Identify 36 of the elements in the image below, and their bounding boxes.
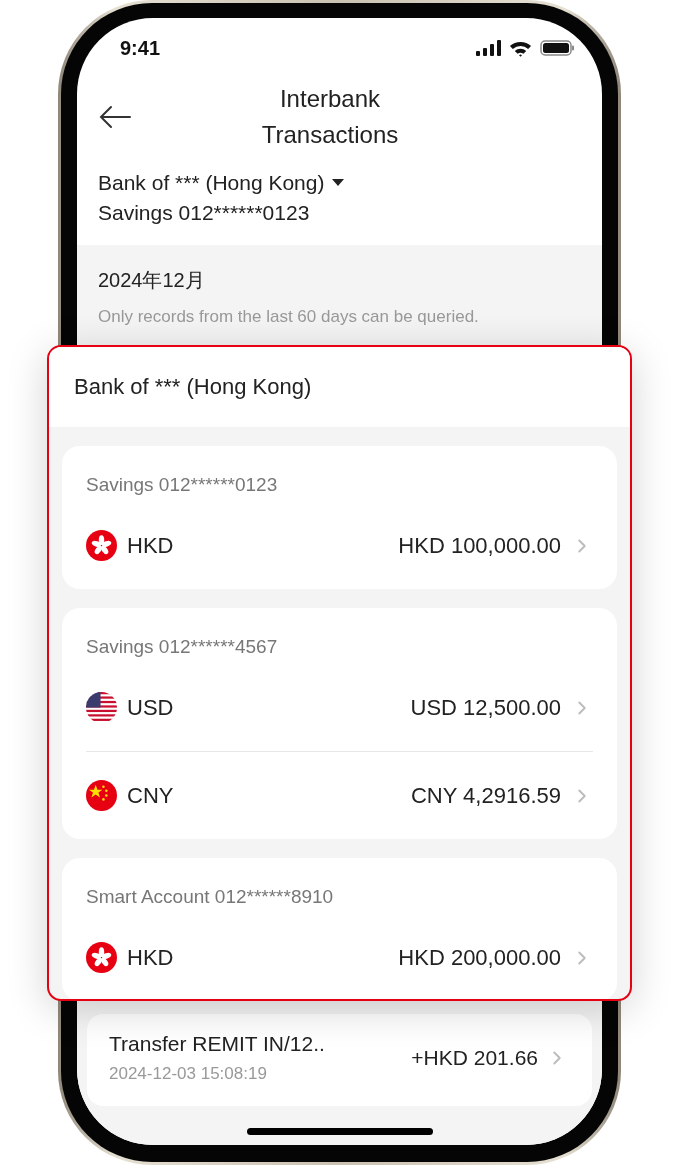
stripes-flag-icon xyxy=(86,692,117,723)
account-name: Savings 012******0123 xyxy=(86,473,279,497)
status-time: 9:41 xyxy=(120,36,161,60)
stars-flag-icon xyxy=(86,780,117,811)
account-name: Smart Account 012******8910 xyxy=(86,885,335,909)
back-button[interactable] xyxy=(98,103,132,131)
flower-flag-icon xyxy=(86,942,117,973)
battery-icon xyxy=(540,40,574,56)
wifi-icon xyxy=(509,39,532,57)
account-number: Savings 012******0123 xyxy=(98,200,311,226)
query-note: Only records from the last 60 days can be queried. xyxy=(97,307,480,327)
transaction-amount: +HKD 201.66 xyxy=(411,1046,538,1070)
caret-icon xyxy=(332,179,345,187)
balance-row[interactable]: HKD HKD 200,000.00 xyxy=(86,914,593,999)
page-title: Interbank Transactions xyxy=(260,84,400,150)
balance-amount: USD 12,500.00 xyxy=(410,694,561,721)
transaction-time: 2024-12-03 15:08:19 xyxy=(109,1064,268,1084)
back-arrow-icon xyxy=(98,105,132,129)
balance-row[interactable]: CNY CNY 4,2916.59 xyxy=(86,751,593,839)
flower-flag-icon xyxy=(86,530,117,561)
month-label: 2024年12月 xyxy=(97,268,206,293)
signal-icon xyxy=(476,40,501,56)
currency-code: CNY xyxy=(127,782,175,809)
currency-code: HKD xyxy=(127,532,175,559)
transaction-card[interactable]: Transfer REMIT IN/12.. 2024-12-03 15:08:19 +HKD 201.66 xyxy=(87,1014,592,1106)
transaction-title: Transfer REMIT IN/12.. xyxy=(109,1032,326,1056)
currency-code: USD xyxy=(127,694,175,721)
balance-row[interactable]: HKD HKD 100,000.00 xyxy=(86,502,593,589)
balance-amount: HKD 100,000.00 xyxy=(398,532,561,559)
balance-amount: CNY 4,2916.59 xyxy=(410,782,561,809)
balance-amount: HKD 200,000.00 xyxy=(398,944,561,971)
currency-code: HKD xyxy=(127,944,175,971)
balance-row[interactable]: USD USD 12,500.00 xyxy=(86,664,593,751)
panel-title: Bank of *** (Hong Kong) xyxy=(74,374,312,400)
bank-dropdown[interactable]: Bank of *** (Hong Kong) xyxy=(98,171,345,195)
account-name: Savings 012******4567 xyxy=(86,635,279,659)
